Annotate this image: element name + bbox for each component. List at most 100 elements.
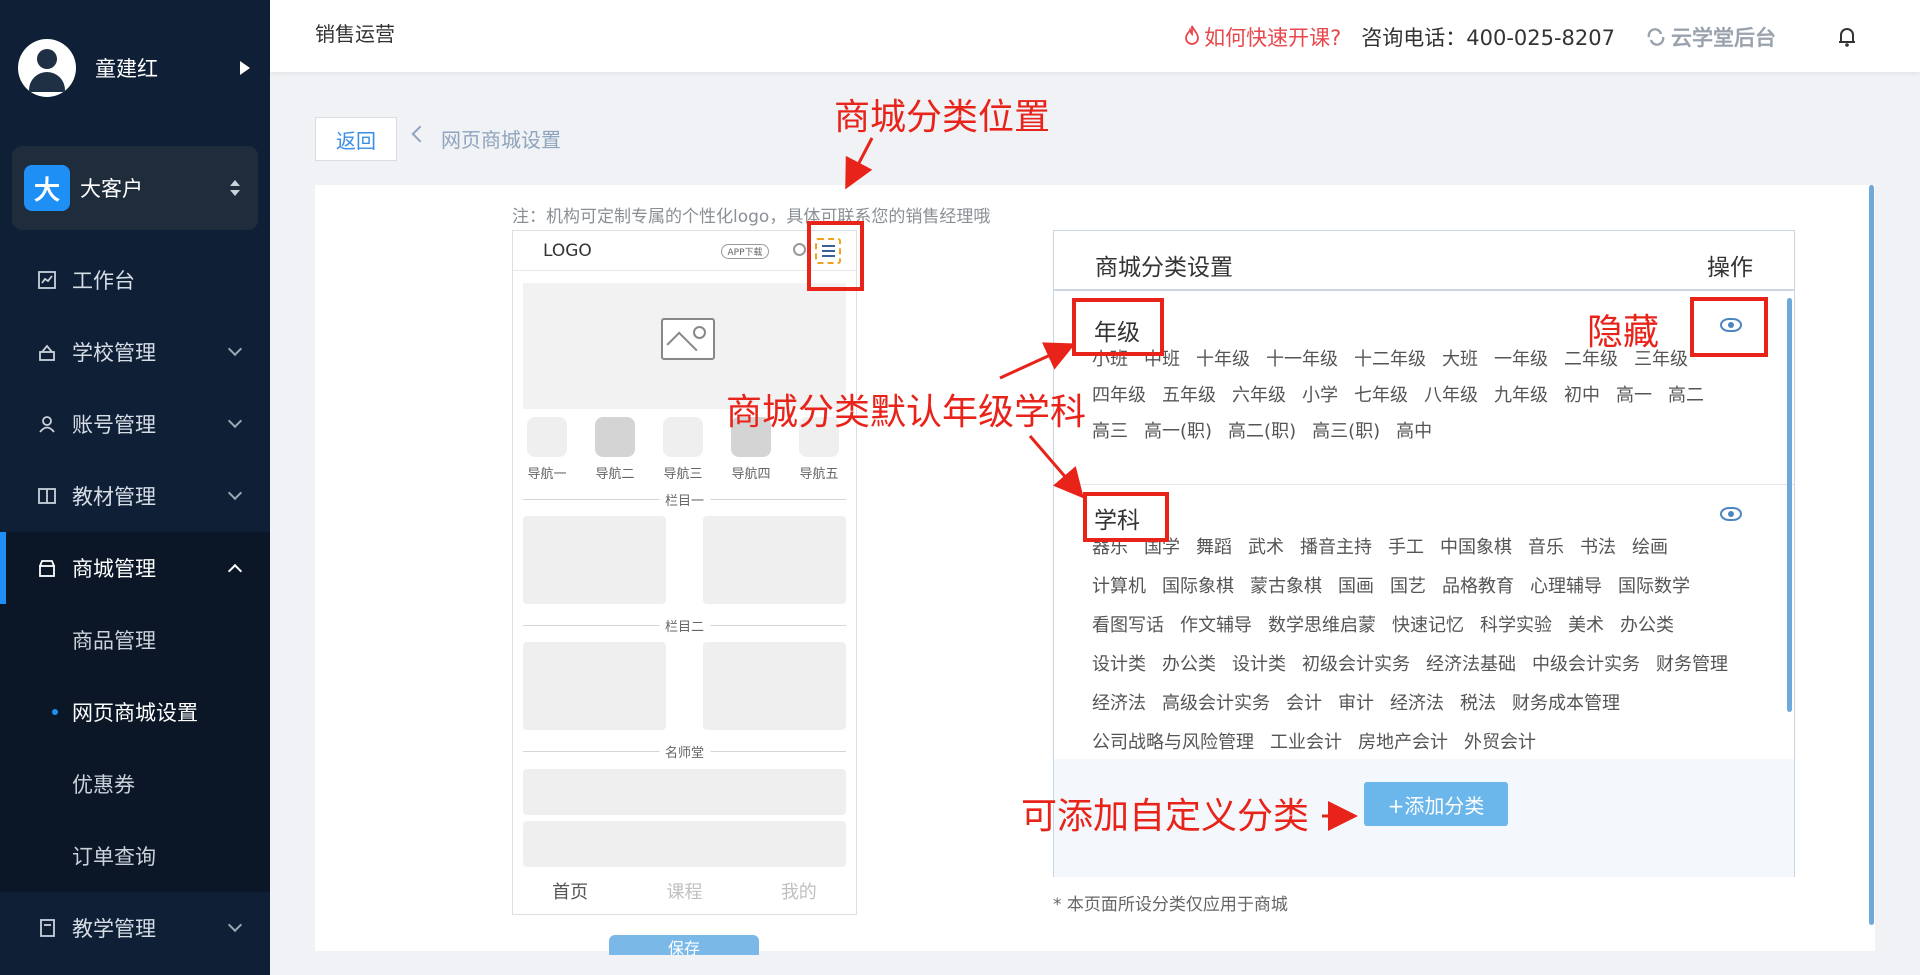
- preview-tab-home: 首页: [552, 882, 589, 903]
- category-tag[interactable]: 计算机: [1092, 574, 1146, 603]
- sidebar-subitem-orders[interactable]: 订单查询: [0, 820, 270, 892]
- annotation-position: 商城分类位置: [834, 97, 1051, 138]
- category-tag[interactable]: 国画: [1338, 574, 1374, 603]
- category-tag[interactable]: 高级会计实务: [1162, 691, 1270, 720]
- category-tag[interactable]: 书法: [1580, 535, 1616, 564]
- category-tag[interactable]: 七年级: [1354, 383, 1408, 409]
- bell-icon[interactable]: [1836, 25, 1860, 49]
- column-header-action: 操作: [1707, 255, 1753, 281]
- category-tag[interactable]: 小学: [1302, 383, 1338, 409]
- category-tag[interactable]: 音乐: [1528, 535, 1564, 564]
- category-tag[interactable]: 数学思维启蒙: [1268, 613, 1376, 642]
- category-tag[interactable]: 审计: [1338, 691, 1374, 720]
- category-tag[interactable]: 大班: [1442, 347, 1478, 373]
- preview-block: [523, 769, 846, 815]
- category-tag[interactable]: 工业会计: [1270, 730, 1342, 759]
- sidebar-item-dashboard[interactable]: 工作台: [0, 244, 270, 316]
- category-tag[interactable]: 绘画: [1632, 535, 1668, 564]
- category-tag[interactable]: 中级会计实务: [1532, 652, 1640, 681]
- category-tag[interactable]: 高一: [1616, 383, 1652, 409]
- category-tag[interactable]: 八年级: [1424, 383, 1478, 409]
- category-tag[interactable]: 十一年级: [1266, 347, 1338, 373]
- category-tag[interactable]: 设计类: [1232, 652, 1286, 681]
- sidebar-item-teaching[interactable]: 教学管理: [0, 892, 270, 964]
- category-tag[interactable]: 办公类: [1620, 613, 1674, 642]
- category-tag[interactable]: 科学实验: [1480, 613, 1552, 642]
- category-tag[interactable]: 五年级: [1162, 383, 1216, 409]
- category-tag[interactable]: 快速记忆: [1392, 613, 1464, 642]
- sidebar-item-school[interactable]: 学校管理: [0, 316, 270, 388]
- category-tag[interactable]: 舞蹈: [1196, 535, 1232, 564]
- sidebar-item-mall[interactable]: 商城管理: [0, 532, 270, 604]
- category-tag[interactable]: 初级会计实务: [1302, 652, 1410, 681]
- sidebar-item-label: 工作台: [72, 269, 135, 293]
- category-tag[interactable]: 财务管理: [1656, 652, 1728, 681]
- category-tag[interactable]: 国际数学: [1618, 574, 1690, 603]
- section-divider: 栏目二: [523, 616, 846, 635]
- category-tag[interactable]: 武术: [1248, 535, 1284, 564]
- sort-icon: [230, 180, 240, 196]
- category-tag[interactable]: 经济法基础: [1426, 652, 1516, 681]
- category-tag[interactable]: 初中: [1564, 383, 1600, 409]
- category-tag[interactable]: 经济法: [1390, 691, 1444, 720]
- shop-icon: [36, 557, 58, 579]
- category-tag[interactable]: 国际象棋: [1162, 574, 1234, 603]
- category-tag[interactable]: 播音主持: [1300, 535, 1372, 564]
- category-tag[interactable]: 高中: [1396, 419, 1432, 445]
- category-tag[interactable]: 中国象棋: [1440, 535, 1512, 564]
- add-category-button[interactable]: +添加分类: [1364, 782, 1508, 826]
- category-tag[interactable]: 心理辅导: [1530, 574, 1602, 603]
- chevron-left-icon[interactable]: [411, 125, 429, 143]
- table-scrollbar[interactable]: [1787, 298, 1792, 712]
- category-tag[interactable]: 国艺: [1390, 574, 1426, 603]
- category-tag[interactable]: 会计: [1286, 691, 1322, 720]
- annotation-box-eye: [1690, 297, 1768, 357]
- category-tag[interactable]: 办公类: [1162, 652, 1216, 681]
- back-button[interactable]: 返回: [315, 117, 397, 161]
- category-tag[interactable]: 九年级: [1494, 383, 1548, 409]
- category-tag[interactable]: 作文辅导: [1180, 613, 1252, 642]
- category-tag[interactable]: 房地产会计: [1358, 730, 1448, 759]
- category-tag[interactable]: 美术: [1568, 613, 1604, 642]
- sidebar-subitem-coupons[interactable]: 优惠券: [0, 748, 270, 820]
- category-tag[interactable]: 高三(职): [1312, 419, 1380, 445]
- page-scrollbar[interactable]: [1869, 185, 1874, 925]
- category-tag[interactable]: 经济法: [1092, 691, 1146, 720]
- category-tag[interactable]: 高一(职): [1144, 419, 1212, 445]
- annotation-custom: 可添加自定义分类: [1021, 796, 1310, 837]
- category-tag[interactable]: 十年级: [1196, 347, 1250, 373]
- category-tag[interactable]: 财务成本管理: [1512, 691, 1620, 720]
- category-tag[interactable]: 高二: [1668, 383, 1704, 409]
- category-tag[interactable]: 蒙古象棋: [1250, 574, 1322, 603]
- quick-start-link[interactable]: 如何快速开课?: [1204, 22, 1341, 52]
- sidebar-item-label: 账号管理: [72, 413, 156, 437]
- category-tag[interactable]: 税法: [1460, 691, 1496, 720]
- category-tag[interactable]: 十二年级: [1354, 347, 1426, 373]
- search-icon: [793, 243, 806, 256]
- category-tag[interactable]: 一年级: [1494, 347, 1548, 373]
- eye-icon[interactable]: [1720, 507, 1742, 521]
- category-tag[interactable]: 看图写话: [1092, 613, 1164, 642]
- category-tag[interactable]: 六年级: [1232, 383, 1286, 409]
- save-button[interactable]: 保存: [609, 935, 759, 955]
- category-tag[interactable]: 公司战略与风险管理: [1092, 730, 1254, 759]
- sidebar-subitem-products[interactable]: 商品管理: [0, 604, 270, 676]
- category-tag[interactable]: 外贸会计: [1464, 730, 1536, 759]
- sidebar-subitem-web-mall-settings[interactable]: 网页商城设置: [0, 676, 270, 748]
- section-divider: 栏目一: [523, 490, 846, 509]
- mall-preview: LOGO APP下载 导航一 导航二 导航三 导航四 导航五 栏目一 栏目二 名…: [512, 230, 857, 915]
- category-tag[interactable]: 设计类: [1092, 652, 1146, 681]
- category-tag[interactable]: 四年级: [1092, 383, 1146, 409]
- logo-note: 注：机构可定制专属的个性化logo，具体可联系您的销售经理哦: [512, 207, 991, 227]
- preview-block: [523, 821, 846, 867]
- category-tag[interactable]: 高二(职): [1228, 419, 1296, 445]
- sidebar-item-accounts[interactable]: 账号管理: [0, 388, 270, 460]
- sidebar-item-textbooks[interactable]: 教材管理: [0, 460, 270, 532]
- category-tag[interactable]: 手工: [1388, 535, 1424, 564]
- client-switcher[interactable]: 大 大客户: [12, 146, 258, 230]
- category-tag[interactable]: 品格教育: [1442, 574, 1514, 603]
- sidebar-item-label: 商城管理: [72, 557, 156, 581]
- backend-link[interactable]: 云学堂后台: [1645, 22, 1776, 52]
- user-menu[interactable]: 童建红: [18, 38, 258, 98]
- category-tag[interactable]: 高三: [1092, 419, 1128, 445]
